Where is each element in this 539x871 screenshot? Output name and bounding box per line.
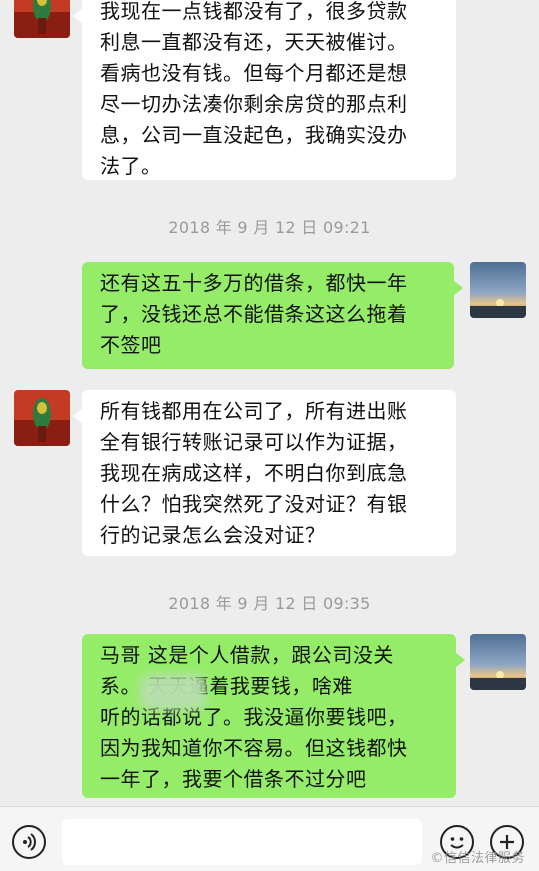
avatar-contact[interactable] <box>14 390 70 446</box>
avatar-contact[interactable] <box>14 0 70 38</box>
message-bubble-left[interactable]: 所有钱都用在公司了，所有进出账 全有银行转账记录可以作为证据， 我现在病成这样，… <box>73 390 456 556</box>
avatar-self[interactable] <box>470 262 526 318</box>
message-input[interactable] <box>62 819 422 865</box>
message-bubble-right[interactable]: 马哥 这是个人借款，跟公司没关 系。 天天逼着我要钱，啥难 听的话都说了。我没逼… <box>82 634 465 798</box>
watermark: ©信信法律服务 <box>430 851 525 866</box>
chat-input-bar: ©信信法律服务 <box>0 806 539 871</box>
avatar-self[interactable] <box>470 634 526 690</box>
message-bubble-right[interactable]: 还有这五十多万的借条，都快一年 了，没钱还总不能借条这这么拖着 不签吧 <box>82 262 463 369</box>
timestamp: 2018 年 9 月 12 日 09:21 <box>168 218 371 237</box>
redaction-blur <box>140 674 206 710</box>
voice-icon[interactable] <box>12 825 46 859</box>
timestamp: 2018 年 9 月 12 日 09:35 <box>168 594 371 613</box>
message-bubble-left[interactable]: 我现在一点钱都没有了，很多贷款 利息一直都没有还，天天被催讨。 看病也没有钱。但… <box>73 0 456 180</box>
